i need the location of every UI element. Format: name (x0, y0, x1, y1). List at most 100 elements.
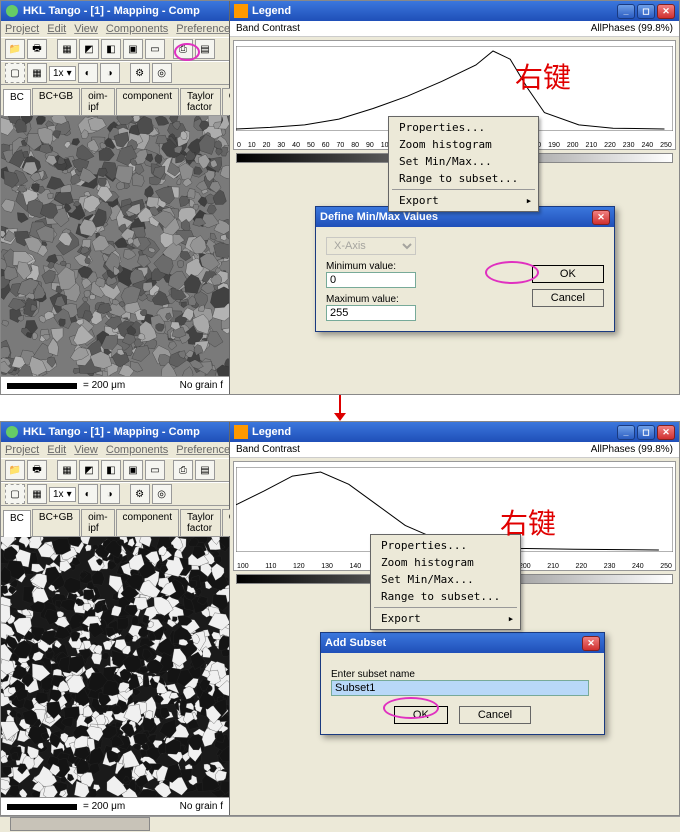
tool-icon-5[interactable]: ▭ (145, 460, 165, 480)
menu-components[interactable]: Components (106, 23, 168, 35)
ctx-range-to-subset[interactable]: Range to subset... (373, 588, 518, 605)
ctx-properties[interactable]: Properties... (391, 119, 536, 136)
band-contrast-label: Band Contrast (236, 444, 300, 455)
close-button[interactable]: ✕ (657, 425, 675, 440)
dialog-title: Define Min/Max Values (320, 211, 438, 223)
tab-bc[interactable]: BC (3, 89, 31, 116)
map-image[interactable] (1, 537, 229, 797)
menu-view[interactable]: View (74, 23, 98, 35)
tab-component[interactable]: component (116, 509, 179, 536)
tool-icon-11[interactable]: ◎ (152, 484, 172, 504)
tool-icon-7[interactable]: ▤ (195, 39, 215, 59)
legend-icon (234, 425, 248, 439)
tool-icon-4[interactable]: ▣ (123, 460, 143, 480)
app-icon (5, 4, 19, 18)
dialog-close-button[interactable]: ✕ (582, 636, 600, 651)
toolbar-row-1: 📁 🖶 ▦ ◩ ◧ ▣ ▭ ⎙ ▤ (1, 37, 229, 61)
context-menu: Properties... Zoom histogram Set Min/Max… (370, 534, 521, 630)
ctx-set-minmax[interactable]: Set Min/Max... (391, 153, 536, 170)
tool-icon-8[interactable]: ◐ (78, 484, 98, 504)
grid-icon[interactable]: ▦ (27, 484, 47, 504)
menubar: Project Edit View Components Preferences (1, 442, 229, 458)
min-input[interactable] (326, 272, 416, 288)
tab-bcgb[interactable]: BC+GB (32, 88, 80, 115)
menu-edit[interactable]: Edit (47, 23, 66, 35)
tab-component[interactable]: component (116, 88, 179, 115)
ctx-zoom-histogram[interactable]: Zoom histogram (391, 136, 536, 153)
zoom-combo[interactable]: 1x ▾ (49, 487, 76, 502)
open-icon[interactable]: 📁 (5, 39, 25, 59)
tool-icon-8[interactable]: ◐ (78, 63, 98, 83)
ctx-export[interactable]: Export ▸ (373, 610, 518, 627)
tool-icon-10[interactable]: ⚙ (130, 63, 150, 83)
tool-icon-11[interactable]: ◎ (152, 63, 172, 83)
ctx-export[interactable]: Export ▸ (391, 192, 536, 209)
menu-components[interactable]: Components (106, 444, 168, 456)
open-icon[interactable]: 📁 (5, 460, 25, 480)
tab-bcgb[interactable]: BC+GB (32, 509, 80, 536)
ctx-set-minmax[interactable]: Set Min/Max... (373, 571, 518, 588)
allphases-label: AllPhases (99.8%) (591, 23, 673, 34)
map-image[interactable] (1, 116, 229, 376)
tool-icon-4[interactable]: ▣ (123, 39, 143, 59)
axis-select: X-Axis (326, 237, 416, 255)
maximize-button[interactable]: ◻ (637, 425, 655, 440)
cancel-button[interactable]: Cancel (532, 289, 604, 307)
menu-project[interactable]: Project (5, 23, 39, 35)
tool-icon-5[interactable]: ▭ (145, 39, 165, 59)
zoom-combo[interactable]: 1x ▾ (49, 66, 76, 81)
ctx-properties[interactable]: Properties... (373, 537, 518, 554)
selection-icon[interactable]: ▢ (5, 63, 25, 83)
tool-icon-3[interactable]: ◧ (101, 39, 121, 59)
tab-oim[interactable]: oim-ipf (81, 509, 114, 536)
tab-taylor[interactable]: Taylor factor (180, 88, 221, 115)
ctx-range-to-subset[interactable]: Range to subset... (391, 170, 536, 187)
ctx-zoom-histogram[interactable]: Zoom histogram (373, 554, 518, 571)
tool-icon-1[interactable]: ▦ (57, 460, 77, 480)
tab-oim[interactable]: oim-ipf (81, 88, 114, 115)
maximize-button[interactable]: ◻ (637, 4, 655, 19)
main-window-title: HKL Tango - [1] - Mapping - Comp (23, 5, 200, 17)
ok-button[interactable]: OK (394, 706, 448, 724)
print-icon[interactable]: 🖶 (27, 460, 47, 480)
selection-icon[interactable]: ▢ (5, 484, 25, 504)
tool-icon-6[interactable]: ⎙ (173, 39, 193, 59)
menu-preferences[interactable]: Preferences (176, 23, 235, 35)
tool-icon-9[interactable]: ◑ (100, 63, 120, 83)
minimize-button[interactable]: _ (617, 4, 635, 19)
ok-button[interactable]: OK (532, 265, 604, 283)
legend-titlebar: Legend _ ◻ ✕ (230, 422, 679, 442)
legend-icon (234, 4, 248, 18)
chevron-down-icon: ▾ (67, 68, 72, 79)
map-tabs: BC BC+GB oim-ipf component Taylor factor… (1, 506, 229, 537)
tool-icon-2[interactable]: ◩ (79, 460, 99, 480)
tool-icon-6[interactable]: ⎙ (173, 460, 193, 480)
legend-header-row: Band Contrast AllPhases (99.8%) (230, 21, 679, 37)
tool-icon-3[interactable]: ◧ (101, 460, 121, 480)
tool-icon-7[interactable]: ▤ (195, 460, 215, 480)
dialog-titlebar[interactable]: Add Subset ✕ (321, 633, 604, 653)
map-tabs: BC BC+GB oim-ipf component Taylor factor… (1, 85, 229, 116)
scrollbar-thumb[interactable] (10, 817, 150, 831)
dialog-close-button[interactable]: ✕ (592, 210, 610, 225)
close-button[interactable]: ✕ (657, 4, 675, 19)
subset-name-input[interactable] (331, 680, 589, 696)
tool-icon-10[interactable]: ⚙ (130, 484, 150, 504)
print-icon[interactable]: 🖶 (27, 39, 47, 59)
tool-icon-2[interactable]: ◩ (79, 39, 99, 59)
menu-edit[interactable]: Edit (47, 444, 66, 456)
menu-project[interactable]: Project (5, 444, 39, 456)
submenu-arrow-icon: ▸ (508, 612, 515, 625)
menu-view[interactable]: View (74, 444, 98, 456)
menu-preferences[interactable]: Preferences (176, 444, 235, 456)
tab-bc[interactable]: BC (3, 510, 31, 537)
max-input[interactable] (326, 305, 416, 321)
minimize-button[interactable]: _ (617, 425, 635, 440)
toolbar-row-1: 📁 🖶 ▦ ◩ ◧ ▣ ▭ ⎙ ▤ (1, 458, 229, 482)
horizontal-scrollbar[interactable] (0, 816, 680, 832)
tool-icon-9[interactable]: ◑ (100, 484, 120, 504)
tool-icon-1[interactable]: ▦ (57, 39, 77, 59)
grid-icon[interactable]: ▦ (27, 63, 47, 83)
tab-taylor[interactable]: Taylor factor (180, 509, 221, 536)
cancel-button[interactable]: Cancel (459, 706, 531, 724)
